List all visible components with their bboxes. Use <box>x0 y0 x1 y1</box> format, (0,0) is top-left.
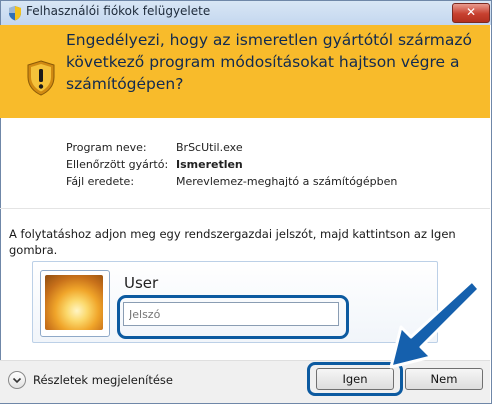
username-label: User <box>124 274 159 292</box>
user-avatar-flower-icon <box>45 275 103 330</box>
file-origin-value: Merevlemez-meghajtó a számítógépben <box>176 175 398 188</box>
file-origin-label: Fájl eredete: <box>66 175 135 188</box>
close-button[interactable]: ✕ <box>452 3 490 23</box>
window-title: Felhasználói fiókok felügyelete <box>26 4 211 18</box>
pointer-arrow-icon <box>389 279 481 369</box>
show-details-toggle[interactable] <box>8 371 26 389</box>
program-name-label: Program neve: <box>66 141 147 154</box>
show-details-label[interactable]: Részletek megjelenítése <box>33 373 173 387</box>
divider <box>0 208 490 209</box>
warning-shield-icon <box>27 60 55 96</box>
chevron-down-icon <box>12 377 22 384</box>
password-input[interactable] <box>123 302 339 326</box>
program-name-value: BrScUtil.exe <box>176 141 243 154</box>
credential-instruction: A folytatáshoz adjon meg egy rendszergaz… <box>9 227 456 257</box>
publisher-value: Ismeretlen <box>176 158 243 171</box>
banner-message: Engedélyezi, hogy az ismeretlen gyártótó… <box>66 31 473 93</box>
uac-shield-icon <box>9 6 21 21</box>
publisher-label: Ellenőrzött gyártó: <box>66 158 169 171</box>
